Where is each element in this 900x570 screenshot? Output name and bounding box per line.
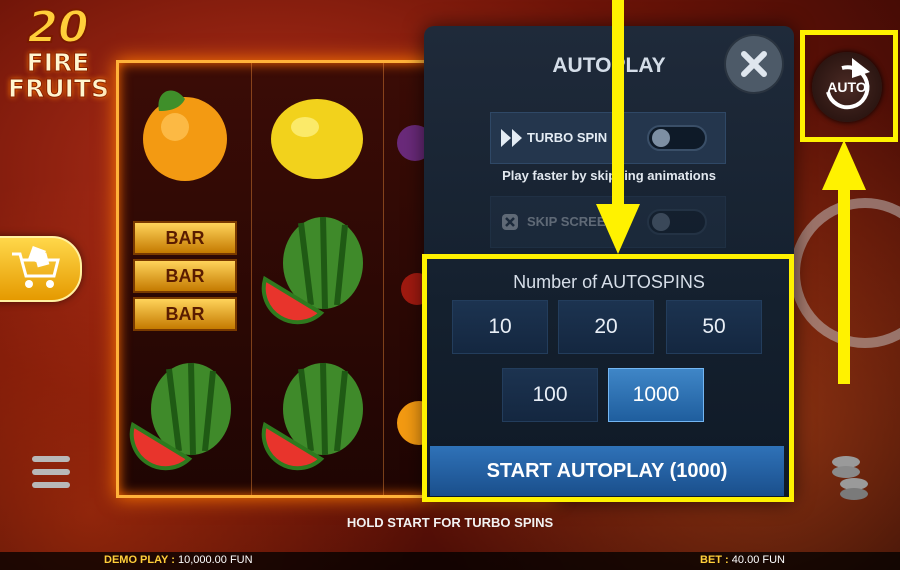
highlight-autospins-panel [422, 254, 794, 502]
hold-start-hint: HOLD START FOR TURBO SPINS [346, 515, 554, 530]
logo-word-fire: FIRE [26, 48, 90, 77]
watermelon-icon [261, 362, 363, 471]
menu-line [32, 482, 70, 488]
bar-label: BAR [133, 297, 237, 331]
orange-icon [143, 90, 227, 181]
watermelon-icon [129, 362, 231, 471]
demo-play-label: DEMO PLAY : [104, 554, 175, 566]
demo-play-value: 10,000.00 FUN [177, 554, 253, 566]
menu-line [32, 469, 70, 475]
menu-line [32, 456, 70, 462]
menu-button[interactable] [32, 456, 70, 495]
close-icon [741, 51, 767, 77]
balance-display: DEMO PLAY : 10,000.00 FUN [104, 554, 253, 566]
toggle-knob [652, 129, 670, 147]
bar-label: BAR [133, 221, 237, 255]
game-logo: 20 FIRE FRUITS [8, 2, 110, 103]
close-button[interactable] [726, 36, 782, 92]
bet-label: BET : [700, 554, 729, 566]
turbo-spin-toggle[interactable] [647, 125, 707, 151]
logo-number: 20 [26, 2, 89, 53]
highlight-auto-button [800, 30, 898, 142]
skip-icon [502, 214, 518, 230]
lemon-icon [271, 99, 363, 179]
watermelon-icon [261, 216, 363, 325]
bar-label: BAR [133, 259, 237, 293]
reel-1: BAR BAR BAR [119, 63, 252, 495]
toggle-knob [652, 213, 670, 231]
bet-value: 40.00 FUN [731, 554, 785, 566]
arrow-down-icon [596, 0, 640, 254]
bet-display: BET : 40.00 FUN [700, 554, 785, 566]
buy-feature-button[interactable] [0, 236, 82, 302]
skip-screens-toggle[interactable] [647, 209, 707, 235]
arrow-up-icon [822, 140, 866, 384]
status-bar: DEMO PLAY : 10,000.00 FUN BET : 40.00 FU… [0, 552, 900, 570]
reel-2 [251, 63, 384, 495]
bar-icon: BAR BAR BAR [133, 221, 237, 331]
cart-icon [12, 246, 60, 288]
logo-word-fruits: FRUITS [8, 74, 110, 103]
fast-forward-icon [501, 129, 522, 147]
coins-icon[interactable] [826, 452, 874, 500]
